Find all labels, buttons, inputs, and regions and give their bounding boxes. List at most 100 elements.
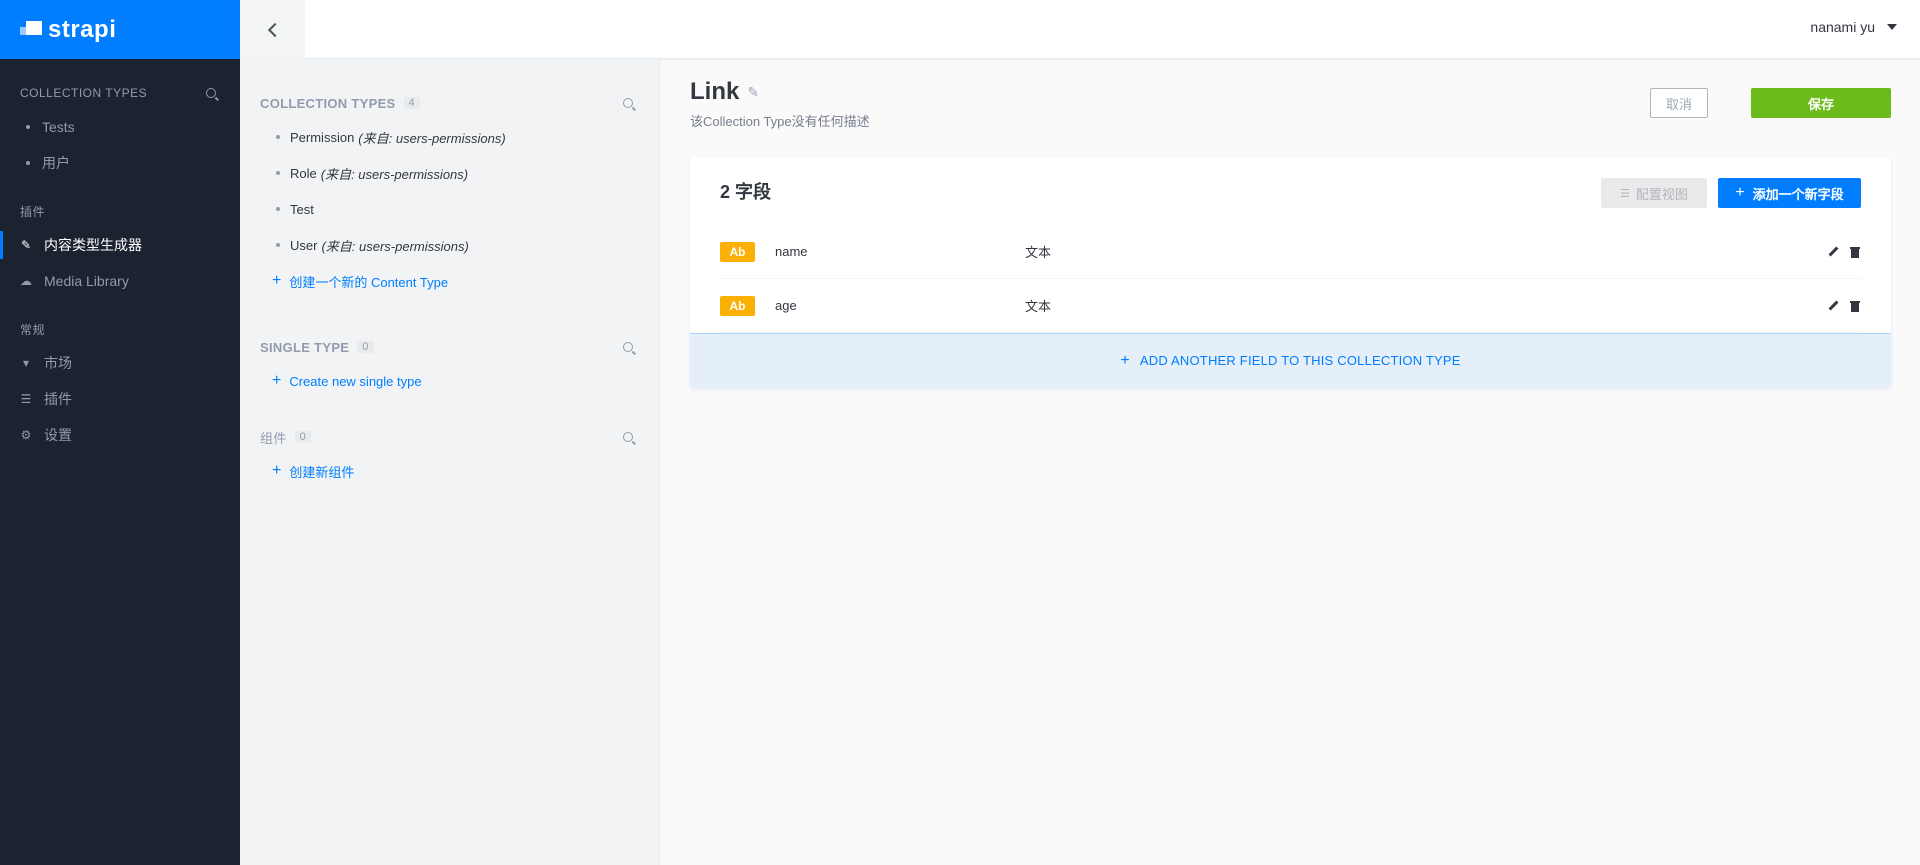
list-item-test[interactable]: Test	[260, 191, 639, 227]
layout-icon: ☰	[1620, 187, 1630, 200]
create-component-link[interactable]: + 创建新组件	[260, 453, 639, 489]
bullet-icon	[26, 125, 30, 129]
field-type-badge: Ab	[720, 295, 755, 316]
sidebar-item-settings[interactable]: ⚙ 设置	[0, 417, 240, 453]
fields-count-title: 2 字段	[720, 182, 772, 202]
left-navigation: strapi COLLECTION TYPES Tests 用户 插件 ✎ 内容…	[0, 0, 240, 865]
field-type: 文本	[1025, 299, 1052, 314]
table-row[interactable]: Ab name 文本	[720, 225, 1861, 279]
components-section: 组件 0 + 创建新组件	[240, 427, 659, 489]
list-item-role[interactable]: Role (来自: users-permissions)	[260, 155, 639, 191]
button-label: 配置视图	[1635, 186, 1688, 202]
list-item-user[interactable]: User (来自: users-permissions)	[260, 227, 639, 263]
table-row[interactable]: Ab age 文本	[720, 279, 1861, 333]
search-icon[interactable]	[623, 98, 633, 108]
list-icon: ☰	[20, 392, 32, 406]
list-item-permission[interactable]: Permission (来自: users-permissions)	[260, 119, 639, 155]
configure-view-button[interactable]: ☰ 配置视图	[1601, 178, 1707, 208]
count-badge: 0	[357, 341, 374, 353]
cancel-button[interactable]: 取消	[1650, 88, 1708, 118]
cloud-icon: ☁	[20, 274, 32, 288]
sidebar-item-label: 市场	[44, 355, 72, 371]
caret-down-icon	[1887, 24, 1897, 30]
plus-icon: +	[272, 372, 282, 389]
fields-card: 2 字段 ☰ 配置视图 + 添加一个新字段 Ab name 文本 Ab age …	[690, 157, 1891, 387]
section-header: SINGLE TYPE 0	[260, 337, 639, 357]
sidebar-item-label: 设置	[44, 427, 72, 443]
page-header: Link ✎ 该Collection Type没有任何描述 取消 保存	[690, 59, 1891, 157]
main-content: Link ✎ 该Collection Type没有任何描述 取消 保存 2 字段…	[690, 59, 1891, 387]
add-field-button[interactable]: + 添加一个新字段	[1718, 178, 1861, 208]
single-type-section: SINGLE TYPE 0 + Create new single type	[240, 337, 659, 399]
section-header: 组件 0	[260, 427, 639, 447]
section-title-label: COLLECTION TYPES	[260, 95, 396, 111]
link-label: 创建一个新的 Content Type	[289, 274, 449, 290]
section-title: COLLECTION TYPES 4	[260, 96, 420, 111]
plus-icon: +	[1120, 351, 1130, 369]
section-title-label: 常规	[20, 322, 46, 337]
sidebar-item-marketplace[interactable]: ▾ 市场	[0, 345, 240, 381]
sidebar-item-users[interactable]: 用户	[0, 145, 240, 181]
sidebar-item-content-type-builder[interactable]: ✎ 内容类型生成器	[0, 227, 240, 263]
brand-name: strapi	[48, 15, 117, 43]
page-description: 该Collection Type没有任何描述	[690, 114, 870, 129]
add-another-field-button[interactable]: + ADD ANOTHER FIELD TO THIS COLLECTION T…	[690, 333, 1891, 387]
sidebar-item-label: Media Library	[44, 273, 129, 289]
page-title-text: Link	[690, 78, 740, 105]
pencil-icon[interactable]	[1827, 246, 1839, 258]
basket-icon: ▾	[22, 356, 30, 370]
gear-icon: ⚙	[20, 428, 32, 442]
sidebar-item-label: 内容类型生成器	[44, 237, 142, 253]
create-content-type-link[interactable]: + 创建一个新的 Content Type	[260, 263, 639, 299]
sidebar-item-media-library[interactable]: ☁ Media Library	[0, 263, 240, 299]
brand-header[interactable]: strapi	[0, 0, 240, 59]
strapi-logo-icon	[20, 20, 42, 39]
sidebar-item-plugins[interactable]: ☰ 插件	[0, 381, 240, 417]
create-single-type-link[interactable]: + Create new single type	[260, 363, 639, 399]
item-name: Test	[290, 201, 314, 217]
section-header: COLLECTION TYPES 4	[260, 93, 639, 113]
pencil-icon[interactable]	[1827, 300, 1839, 312]
field-name: age	[775, 298, 797, 313]
bullet-icon	[26, 161, 30, 165]
item-name: User	[290, 237, 318, 253]
paintbrush-icon: ✎	[20, 238, 32, 252]
button-label: 添加一个新字段	[1752, 186, 1844, 202]
plus-icon: +	[272, 462, 282, 479]
content-type-builder-menu: COLLECTION TYPES 4 Permission (来自: users…	[240, 59, 660, 865]
user-name: nanami yu	[1810, 19, 1875, 35]
section-title-label: COLLECTION TYPES	[20, 86, 148, 100]
sidebar-item-label: Tests	[42, 119, 75, 135]
section-title-label: SINGLE TYPE	[260, 339, 350, 355]
collection-types-section: COLLECTION TYPES 4 Permission (来自: users…	[240, 93, 659, 299]
link-label: 创建新组件	[289, 464, 355, 480]
trash-icon[interactable]	[1849, 246, 1861, 258]
link-label: Create new single type	[289, 373, 422, 389]
section-title-label: 组件	[260, 430, 287, 446]
item-source: (来自: users-permissions)	[321, 238, 469, 254]
item-name: Role	[290, 165, 317, 181]
pencil-icon[interactable]: ✎	[747, 84, 759, 101]
section-title: 组件 0	[260, 428, 312, 447]
trash-icon[interactable]	[1849, 300, 1861, 312]
top-header: nanami yu	[240, 0, 1920, 59]
plugins-section-title: 插件	[0, 201, 240, 221]
button-label: ADD ANOTHER FIELD TO THIS COLLECTION TYP…	[1139, 353, 1461, 368]
item-source: (来自: users-permissions)	[320, 166, 469, 182]
count-badge: 4	[403, 97, 420, 109]
collapse-menu-button[interactable]	[240, 0, 305, 59]
bullet-icon	[276, 207, 280, 211]
sidebar-item-label: 插件	[44, 391, 72, 407]
field-type: 文本	[1025, 245, 1052, 260]
save-button[interactable]: 保存	[1751, 88, 1891, 118]
user-menu[interactable]: nanami yu	[1810, 19, 1897, 35]
field-name: name	[775, 244, 808, 259]
page-title: Link ✎	[690, 78, 759, 106]
item-source: (来自: users-permissions)	[358, 130, 506, 146]
search-icon[interactable]	[623, 342, 633, 352]
search-icon[interactable]	[623, 432, 633, 442]
search-icon[interactable]	[206, 88, 216, 98]
field-actions	[1827, 300, 1861, 312]
section-title-label: 插件	[20, 204, 46, 219]
sidebar-item-tests[interactable]: Tests	[0, 109, 240, 145]
